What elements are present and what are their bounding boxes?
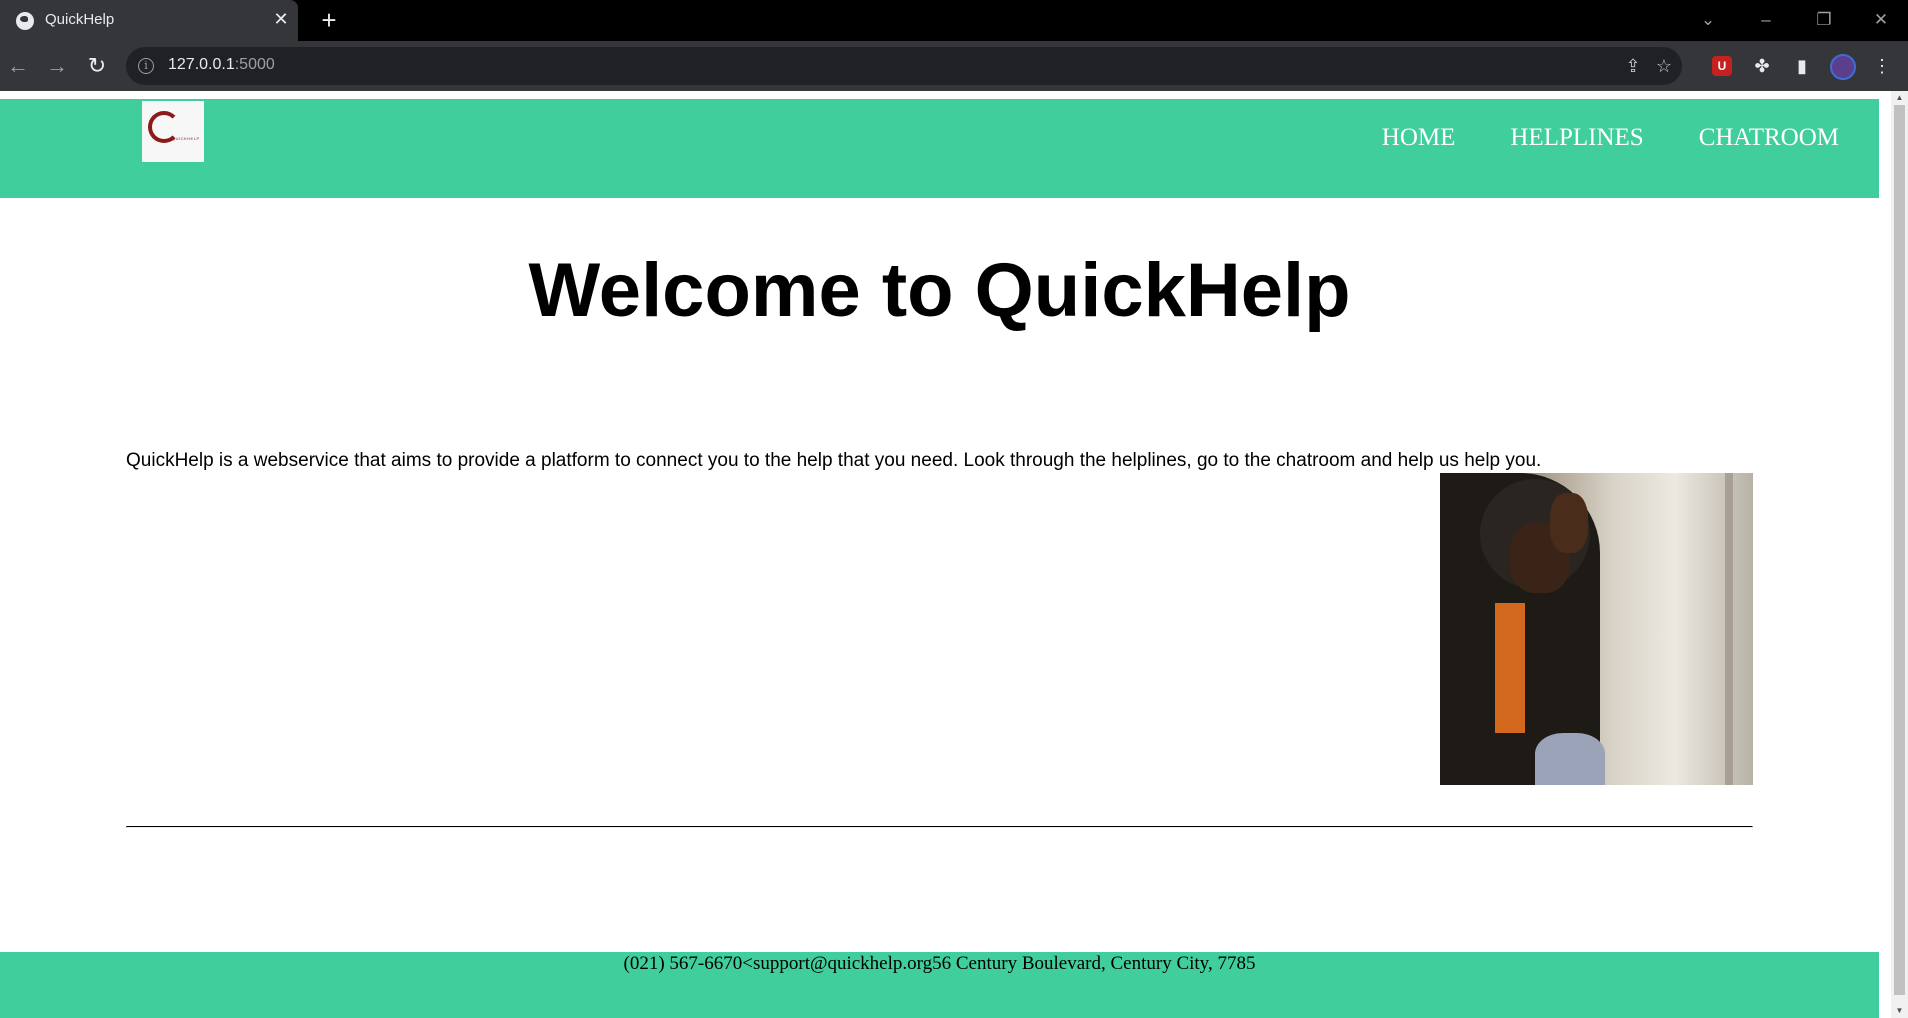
address-bar[interactable]: i 127.0.0.1:5000 ⇪ ☆ [126, 47, 1682, 85]
scroll-down-icon[interactable]: ▼ [1894, 1006, 1905, 1016]
content-divider [126, 826, 1753, 828]
tab-strip: QuickHelp ✕ + ⌄ – ❐ ✕ [0, 0, 1908, 41]
close-tab-icon[interactable]: ✕ [270, 8, 292, 30]
page-title: Welcome to QuickHelp [528, 248, 1351, 333]
info-icon[interactable]: i [138, 58, 154, 74]
main-nav: HOME HELPLINES CHATROOM [1327, 124, 1839, 152]
globe-icon [16, 12, 34, 30]
intro-paragraph: QuickHelp is a webservice that aims to p… [126, 450, 1542, 471]
profile-avatar[interactable] [1830, 54, 1856, 80]
side-panel-icon[interactable]: ▮ [1790, 54, 1814, 78]
pole-shape [1725, 473, 1733, 785]
share-icon[interactable]: ⇪ [1622, 55, 1644, 77]
hand-shape [1550, 493, 1588, 553]
forward-icon[interactable]: → [43, 52, 71, 80]
url-text: 127.0.0.1:5000 [168, 56, 275, 74]
reload-icon[interactable]: ↻ [83, 52, 111, 80]
site-footer: (021) 567-6670<support@quickhelp.org56 C… [0, 952, 1879, 1018]
nav-home[interactable]: HOME [1382, 124, 1456, 152]
page-scrollbar[interactable]: ▲ ▼ [1891, 91, 1908, 1018]
logo-text: QUICKHELP [172, 136, 200, 141]
menu-kebab-icon[interactable]: ⋮ [1870, 54, 1894, 78]
minimize-button[interactable]: – [1752, 6, 1780, 34]
url-host: 127.0.0.1 [168, 56, 235, 73]
nav-chatroom[interactable]: CHATROOM [1699, 124, 1839, 152]
shirt-shape [1495, 603, 1525, 733]
scroll-up-icon[interactable]: ▲ [1894, 93, 1905, 103]
footer-contact: (021) 567-6670<support@quickhelp.org56 C… [623, 953, 1256, 974]
hero-image [1440, 473, 1753, 785]
extension-shield-icon[interactable]: U [1712, 56, 1732, 76]
site-header: QUICKHELP HOME HELPLINES CHATROOM [0, 99, 1879, 198]
restore-button[interactable]: ❐ [1810, 6, 1838, 34]
bookmark-star-icon[interactable]: ☆ [1653, 55, 1675, 77]
page-viewport: QUICKHELP HOME HELPLINES CHATROOM Welcom… [0, 91, 1908, 1018]
site-logo[interactable]: QUICKHELP [142, 101, 204, 162]
knee-shape [1535, 733, 1605, 785]
back-icon[interactable]: ← [4, 52, 32, 80]
scroll-thumb[interactable] [1894, 105, 1905, 995]
new-tab-button[interactable]: + [315, 6, 343, 34]
close-window-button[interactable]: ✕ [1867, 6, 1895, 34]
extensions-puzzle-icon[interactable]: ✤ [1750, 54, 1774, 78]
nav-helplines[interactable]: HELPLINES [1510, 124, 1643, 152]
browser-toolbar: ← → ↻ i 127.0.0.1:5000 ⇪ ☆ U ✤ ▮ ⋮ [0, 41, 1908, 91]
url-port: :5000 [234, 56, 275, 73]
tab-search-icon[interactable]: ⌄ [1694, 6, 1722, 34]
browser-tab[interactable]: QuickHelp ✕ [0, 0, 298, 41]
tab-title: QuickHelp [45, 11, 115, 28]
